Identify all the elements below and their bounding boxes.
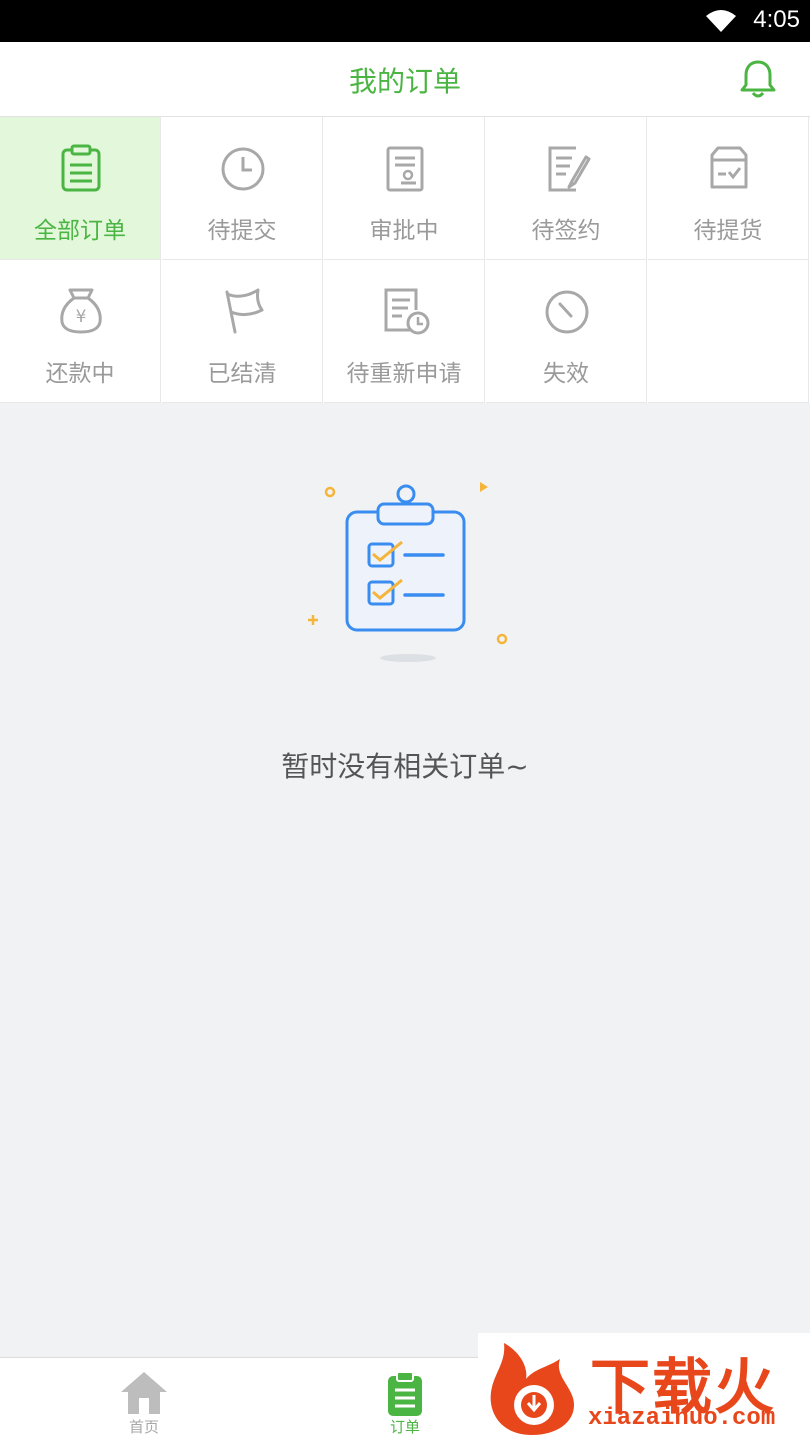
tab-home[interactable]: 首页: [64, 1358, 224, 1441]
category-label: 全部订单: [34, 218, 126, 244]
category-all-orders[interactable]: 全部订单: [0, 117, 161, 260]
category-label: 还款中: [45, 361, 115, 387]
category-label: 待签约: [531, 218, 601, 244]
pickup-box-icon: [710, 146, 748, 189]
order-category-grid: 全部订单 待提交 审批中 待签约 待提货 ¥ 还款中 已结清 待重新申请 失效: [0, 117, 810, 403]
flag-icon: [225, 288, 264, 334]
category-label: 已结清: [207, 361, 277, 387]
category-pending-sign[interactable]: 待签约: [486, 117, 647, 260]
empty-clipboard-illustration: [308, 482, 508, 662]
category-expired[interactable]: 失效: [486, 260, 647, 403]
doc-clock-icon: [384, 288, 430, 335]
category-in-approval[interactable]: 审批中: [324, 117, 485, 260]
header: 我的订单: [0, 42, 810, 117]
expired-icon: [545, 290, 589, 334]
clipboard-icon: [388, 1371, 422, 1416]
category-repaying[interactable]: ¥ 还款中: [0, 260, 161, 403]
tab-label: 首页: [128, 1418, 159, 1436]
bell-icon[interactable]: [738, 58, 778, 100]
category-label: 待提交: [207, 218, 277, 244]
svg-text:¥: ¥: [76, 307, 87, 327]
category-pending-submit[interactable]: 待提交: [162, 117, 323, 260]
watermark-logo: 下载火 xiazaihuo.com: [478, 1333, 810, 1440]
category-settled[interactable]: 已结清: [162, 260, 323, 403]
home-icon: [121, 1372, 167, 1414]
approval-doc-icon: [386, 146, 424, 192]
page-title: 我的订单: [348, 65, 461, 98]
clock-icon: [221, 147, 265, 191]
empty-state-message: 暂时没有相关订单~: [281, 750, 529, 783]
category-pending-pickup[interactable]: 待提货: [648, 117, 809, 260]
wifi-icon: [706, 10, 736, 32]
status-bar: 4:05: [0, 0, 810, 42]
sign-doc-icon: [548, 146, 591, 192]
category-label: 审批中: [369, 218, 439, 244]
category-label: 待提货: [693, 218, 763, 244]
tab-label: 订单: [389, 1418, 420, 1436]
clipboard-icon: [61, 144, 101, 192]
category-label: 待重新申请: [346, 361, 462, 387]
flame-logo-icon: [490, 1343, 574, 1435]
tab-orders[interactable]: 订单: [325, 1358, 485, 1441]
status-time: 4:05: [753, 6, 800, 33]
category-pending-reapply[interactable]: 待重新申请: [324, 260, 485, 403]
category-empty-slot: [648, 260, 809, 403]
watermark-url: xiazaihuo.com: [588, 1405, 776, 1432]
money-bag-icon: ¥: [60, 288, 102, 334]
category-label: 失效: [543, 361, 589, 387]
